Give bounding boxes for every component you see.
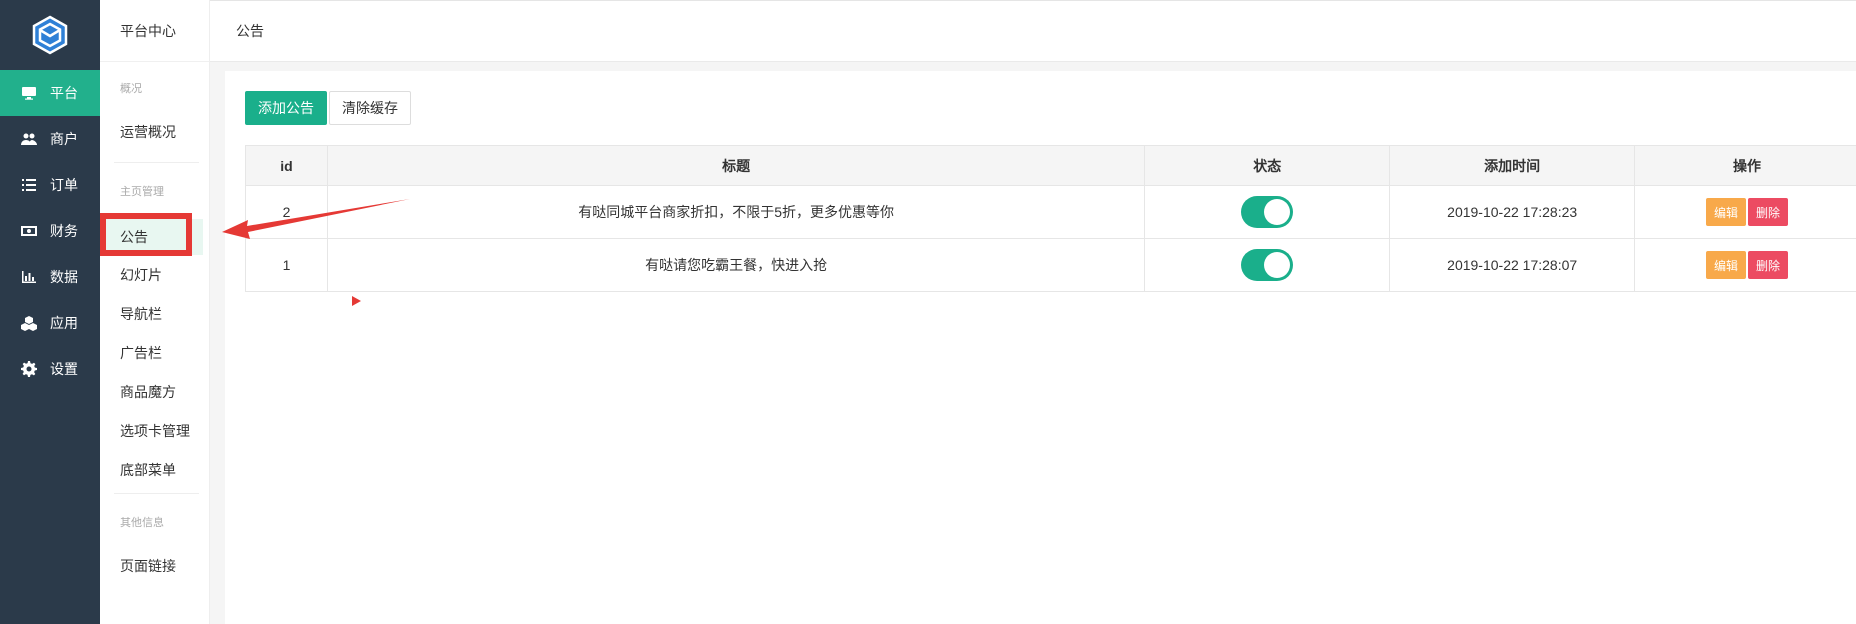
divider <box>114 162 199 163</box>
add-announcement-button[interactable]: 添加公告 <box>245 91 327 125</box>
nav-item-merchant[interactable]: 商户 <box>0 116 100 162</box>
submenu-group-title: 主页管理 <box>120 186 164 198</box>
cell-actions: 编辑 删除 <box>1634 185 1856 239</box>
status-toggle[interactable] <box>1241 249 1294 281</box>
nav-item-label: 财务 <box>50 223 78 239</box>
cell-status <box>1144 238 1391 292</box>
column-header-actions: 操作 <box>1634 145 1856 186</box>
divider <box>114 493 199 494</box>
submenu-item-navbar[interactable]: 导航栏 <box>100 294 209 333</box>
clear-cache-button[interactable]: 清除缓存 <box>329 91 411 125</box>
toolbar: 添加公告 清除缓存 <box>245 91 411 125</box>
delete-button[interactable]: 删除 <box>1748 251 1789 279</box>
nav-item-label: 数据 <box>50 269 78 285</box>
nav-item-label: 订单 <box>50 177 78 193</box>
edit-button[interactable]: 编辑 <box>1706 198 1747 226</box>
edit-button[interactable]: 编辑 <box>1706 251 1747 279</box>
column-header-title: 标题 <box>326 145 1146 186</box>
submenu-item-overview[interactable]: 运营概况 <box>100 106 209 158</box>
nav-item-label: 商户 <box>50 131 78 147</box>
submenu-title: 平台中心 <box>100 0 209 62</box>
cubes-icon <box>20 314 38 332</box>
table-row: 2 有哒同城平台商家折扣，不限于5折，更多优惠等你 2019-10-22 17:… <box>245 185 1856 239</box>
table-row: 1 有哒请您吃霸王餐，快进入抢 2019-10-22 17:28:07 编辑 删除 <box>245 238 1856 292</box>
submenu-item-slideshow[interactable]: 幻灯片 <box>100 255 209 294</box>
submenu-item-announcement[interactable]: 公告 <box>106 219 203 255</box>
submenu-item-product-cube[interactable]: 商品魔方 <box>100 372 209 411</box>
cell-title: 有哒同城平台商家折扣，不限于5折，更多优惠等你 <box>326 185 1146 239</box>
money-icon <box>20 222 38 240</box>
nav-item-order[interactable]: 订单 <box>0 162 100 208</box>
submenu-item-page-links[interactable]: 页面链接 <box>100 540 209 592</box>
nav-item-platform[interactable]: 平台 <box>0 70 100 116</box>
nav-item-settings[interactable]: 设置 <box>0 346 100 392</box>
main-panel: 添加公告 清除缓存 id 标题 状态 添加时间 操作 2 有哒同城平台商家折扣，… <box>225 71 1856 624</box>
delete-button[interactable]: 删除 <box>1748 198 1789 226</box>
nav-item-apps[interactable]: 应用 <box>0 300 100 346</box>
submenu-item-ad-bar[interactable]: 广告栏 <box>100 333 209 372</box>
breadcrumb: 公告 <box>210 0 1856 62</box>
nav-item-label: 设置 <box>50 361 78 377</box>
list-icon <box>20 176 38 194</box>
cell-title: 有哒请您吃霸王餐，快进入抢 <box>326 238 1146 292</box>
submenu-item-bottom-menu[interactable]: 底部菜单 <box>100 450 209 489</box>
cell-added-time: 2019-10-22 17:28:07 <box>1389 238 1636 292</box>
cell-actions: 编辑 删除 <box>1634 238 1856 292</box>
page-title: 公告 <box>236 23 264 39</box>
status-toggle[interactable] <box>1241 196 1294 228</box>
table-header-row: id 标题 状态 添加时间 操作 <box>245 145 1856 186</box>
column-header-status: 状态 <box>1144 145 1391 186</box>
bar-chart-icon <box>20 268 38 286</box>
cell-id: 1 <box>245 238 328 292</box>
column-header-added-time: 添加时间 <box>1389 145 1636 186</box>
main-sidebar: 平台 商户 订单 财务 数据 应用 设置 <box>0 0 100 624</box>
submenu-group-title: 其他信息 <box>120 517 164 529</box>
secondary-menu: 平台中心 概况 运营概况 主页管理 公告 幻灯片 导航栏 广告栏 商品魔方 选项… <box>100 0 210 624</box>
column-header-id: id <box>245 145 328 186</box>
cell-status <box>1144 185 1391 239</box>
users-icon <box>20 130 38 148</box>
monitor-icon <box>20 84 38 102</box>
nav-item-data[interactable]: 数据 <box>0 254 100 300</box>
submenu-item-tab-manage[interactable]: 选项卡管理 <box>100 411 209 450</box>
nav-item-finance[interactable]: 财务 <box>0 208 100 254</box>
submenu-group-title: 概况 <box>120 83 142 95</box>
cell-id: 2 <box>245 185 328 239</box>
logo[interactable] <box>0 0 100 70</box>
cube-logo-icon <box>32 15 68 55</box>
cell-added-time: 2019-10-22 17:28:23 <box>1389 185 1636 239</box>
announcement-table: id 标题 状态 添加时间 操作 2 有哒同城平台商家折扣，不限于5折，更多优惠… <box>245 145 1856 292</box>
nav-item-label: 应用 <box>50 315 78 331</box>
gear-icon <box>20 360 38 378</box>
nav-item-label: 平台 <box>50 85 78 101</box>
